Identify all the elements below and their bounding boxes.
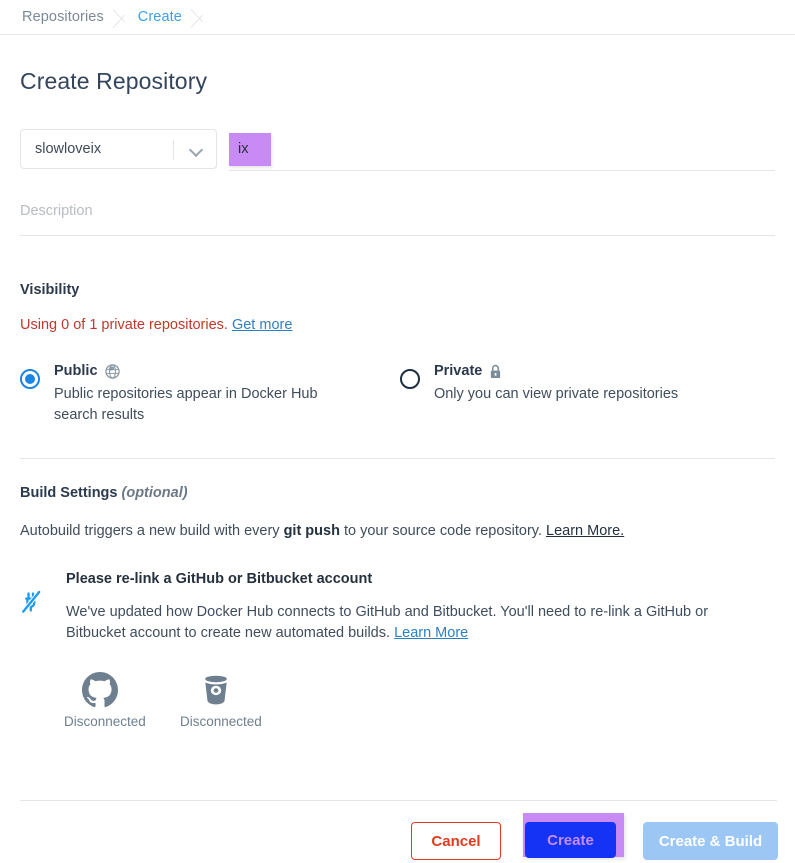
description-placeholder: Description [20, 203, 93, 219]
source-provider-list: Disconnected Disconnected [20, 672, 775, 729]
create-repository-page: Create Repository slowloveix ix Descript… [0, 68, 795, 729]
github-icon [64, 672, 136, 708]
build-settings-label: Build Settings [20, 485, 118, 502]
breadcrumb-item-create[interactable]: Create [138, 10, 182, 25]
relink-learn-more-link[interactable]: Learn More [394, 625, 468, 641]
provider-bitbucket[interactable]: Disconnected [180, 672, 262, 730]
visibility-options: Public Public repositories appear in Doc… [20, 361, 775, 425]
globe-icon [104, 363, 120, 379]
relink-notice-body: Please re-link a GitHub or Bitbucket acc… [64, 571, 775, 644]
breadcrumb-item-repositories[interactable]: Repositories [22, 10, 104, 25]
page-title: Create Repository [20, 68, 208, 94]
get-more-link[interactable]: Get more [232, 317, 292, 333]
visibility-option-private[interactable]: Private Only you can view private reposi… [399, 361, 775, 425]
visibility-section-label: Visibility [20, 282, 80, 298]
unplugged-icon [20, 571, 64, 644]
input-underline [20, 235, 775, 236]
select-divider [173, 140, 174, 160]
namespace-select[interactable]: slowloveix [20, 129, 217, 169]
visibility-option-public-description: Public repositories appear in Docker Hub… [54, 386, 318, 423]
provider-bitbucket-status: Disconnected [180, 714, 262, 730]
quota-text: Using 0 of 1 private repositories. [20, 317, 228, 333]
public-label: Public [54, 363, 98, 379]
build-settings-optional: (optional) [121, 485, 188, 502]
autobuild-description: Autobuild triggers a new build with ever… [20, 523, 775, 539]
form-action-bar: Cancel Create Create & Build [0, 806, 795, 862]
create-button-wrapper: Create [523, 813, 624, 863]
chevron-down-icon [191, 145, 202, 152]
relink-notice-text: We've updated how Docker Hub connects to… [66, 602, 766, 644]
create-and-build-button[interactable]: Create & Build [643, 822, 778, 860]
radio-private[interactable] [399, 369, 420, 389]
relink-account-notice: Please re-link a GitHub or Bitbucket acc… [20, 571, 775, 644]
cancel-button[interactable]: Cancel [411, 822, 501, 860]
create-button[interactable]: Create [525, 822, 616, 858]
breadcrumb-separator-icon [182, 0, 216, 35]
namespace-select-value: slowloveix [35, 141, 102, 157]
breadcrumb-bar: Repositories Create [0, 0, 795, 35]
git-push-emphasis: git push [283, 523, 340, 540]
visibility-option-private-description: Only you can view private repositories [433, 386, 679, 403]
autobuild-text-prefix: Autobuild triggers a new build with ever… [20, 523, 284, 540]
description-field[interactable]: Description [20, 200, 775, 236]
relink-notice-paragraph: We've updated how Docker Hub connects to… [66, 604, 709, 642]
visibility-option-public-title: Public [54, 361, 344, 381]
visibility-option-public-body: Public Public repositories appear in Doc… [54, 361, 344, 425]
bitbucket-icon [180, 672, 252, 708]
visibility-option-private-body: Private Only you can view private reposi… [434, 361, 678, 405]
private-label: Private [433, 363, 483, 379]
lock-icon [489, 364, 502, 379]
repository-name-row: slowloveix ix [20, 129, 775, 174]
repository-name-field[interactable]: ix [229, 129, 775, 174]
input-underline [229, 170, 775, 171]
autobuild-text-suffix: to your source code repository. [339, 523, 547, 540]
visibility-option-public[interactable]: Public Public repositories appear in Doc… [20, 361, 400, 425]
build-settings-heading: Build Settings (optional) [20, 485, 775, 501]
provider-github[interactable]: Disconnected [64, 672, 146, 730]
breadcrumb: Repositories Create [0, 0, 795, 35]
breadcrumb-separator-icon [104, 0, 138, 35]
private-repo-quota: Using 0 of 1 private repositories. Get m… [20, 317, 775, 333]
repository-name-selection-highlight: ix [229, 133, 271, 166]
radio-public[interactable] [20, 369, 40, 389]
repository-name-value: ix [238, 141, 249, 158]
visibility-option-private-title: Private [434, 361, 678, 381]
relink-notice-title: Please re-link a GitHub or Bitbucket acc… [66, 571, 373, 588]
footer-divider [20, 800, 777, 801]
autobuild-learn-more-link[interactable]: Learn More. [546, 523, 624, 539]
section-divider [20, 458, 775, 460]
provider-github-status: Disconnected [64, 714, 146, 730]
